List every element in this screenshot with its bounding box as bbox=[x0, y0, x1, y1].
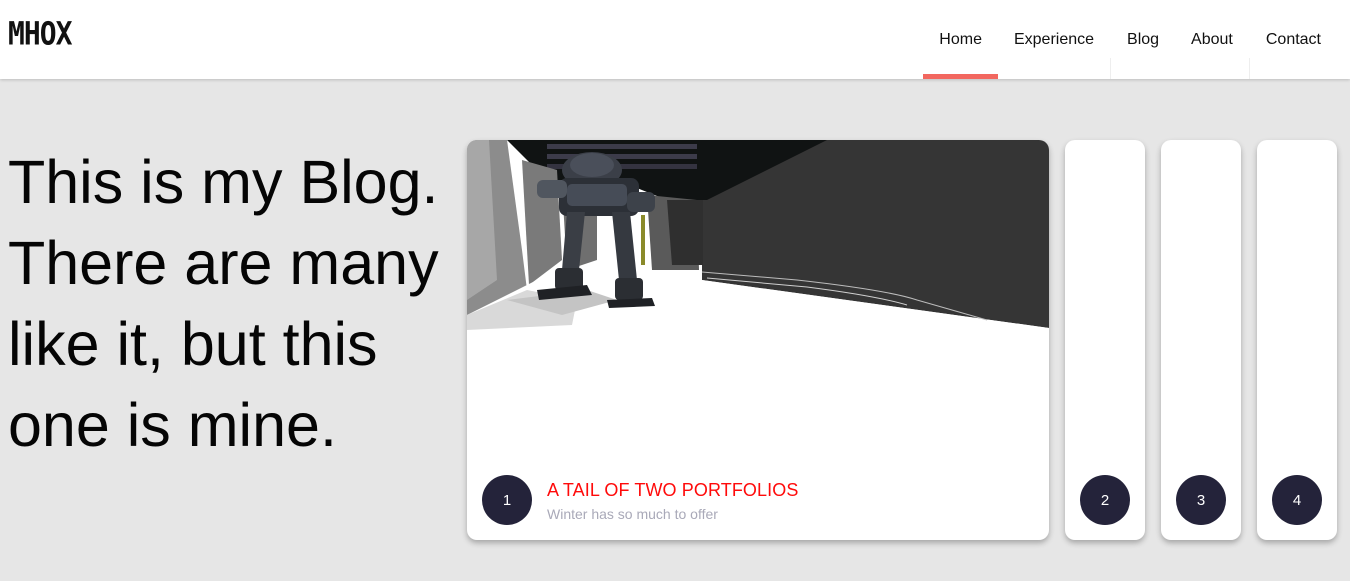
blog-card-collapsed[interactable]: 3 bbox=[1161, 140, 1241, 540]
card-number-badge[interactable]: 1 bbox=[482, 475, 532, 525]
site-logo[interactable]: MHOX bbox=[8, 17, 72, 50]
top-navigation-bar: MHOX Home Experience Blog About Contact bbox=[0, 0, 1350, 79]
card-number-badge[interactable]: 3 bbox=[1176, 475, 1226, 525]
robot-scene-image bbox=[467, 140, 1049, 335]
nav-item-home-label: Home bbox=[939, 30, 982, 48]
card-subtitle: Winter has so much to offer bbox=[547, 506, 718, 522]
card-number-badge[interactable]: 2 bbox=[1080, 475, 1130, 525]
blog-card-collapsed[interactable]: 4 bbox=[1257, 140, 1337, 540]
blog-card-collapsed[interactable]: 2 bbox=[1065, 140, 1145, 540]
nav-item-home[interactable]: Home bbox=[923, 0, 998, 79]
nav-item-experience[interactable]: Experience bbox=[998, 0, 1110, 79]
main-nav: Home Experience Blog About Contact bbox=[923, 0, 1337, 79]
card-title[interactable]: A TAIL OF TWO PORTFOLIOS bbox=[547, 480, 798, 501]
blog-card-expanded[interactable]: 1 A TAIL OF TWO PORTFOLIOS Winter has so… bbox=[467, 140, 1049, 540]
nav-item-about[interactable]: About bbox=[1175, 0, 1249, 79]
card-number-badge[interactable]: 4 bbox=[1272, 475, 1322, 525]
nav-item-about-label: About bbox=[1191, 30, 1233, 48]
nav-item-contact-label: Contact bbox=[1265, 30, 1321, 48]
nav-item-contact[interactable]: Contact bbox=[1250, 0, 1337, 79]
nav-item-blog-label: Blog bbox=[1127, 30, 1160, 48]
nav-item-blog[interactable]: Blog bbox=[1111, 0, 1175, 79]
hero-heading: This is my Blog. There are many like it,… bbox=[8, 148, 439, 459]
nav-item-experience-label: Experience bbox=[1013, 30, 1095, 48]
